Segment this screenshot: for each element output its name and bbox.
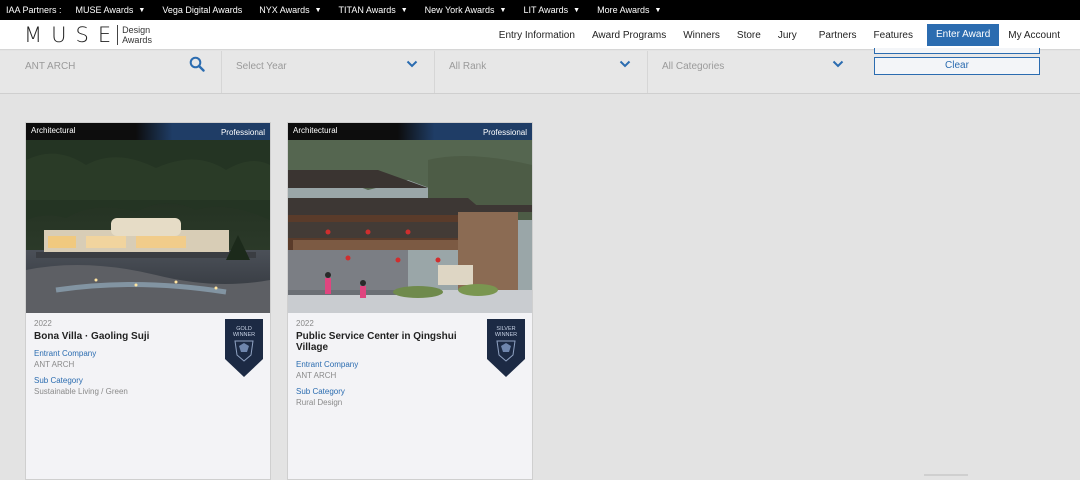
card-level: Professional xyxy=(220,128,265,137)
card-year: 2022 xyxy=(34,319,52,328)
caret-down-icon: ▼ xyxy=(573,6,581,14)
badge-text: SILVER WINNER xyxy=(486,326,526,338)
logo-divider xyxy=(117,25,119,45)
entrant-label: Entrant Company xyxy=(34,349,97,358)
result-card[interactable]: Architectural Professional 2022 Public S… xyxy=(287,122,533,480)
year-select-value: Select Year xyxy=(236,61,287,72)
entrant-value: ANT ARCH xyxy=(34,360,75,369)
caret-down-icon: ▼ xyxy=(138,6,146,14)
chevron-down-icon xyxy=(619,57,631,74)
partner-new-york[interactable]: New York Awards ▼ xyxy=(425,5,507,15)
partner-lit[interactable]: LIT Awards ▼ xyxy=(523,5,580,15)
partner-label: Vega Digital Awards xyxy=(162,5,243,15)
subcategory-value: Rural Design xyxy=(296,398,343,407)
subcategory-value: Sustainable Living / Green xyxy=(34,387,128,396)
year-select[interactable]: Select Year xyxy=(223,51,435,93)
footer-hint xyxy=(924,474,968,476)
enter-award-button[interactable]: Enter Award xyxy=(927,24,1000,46)
rank-select-value: All Rank xyxy=(449,61,487,72)
logo-line2: Awards xyxy=(122,35,152,45)
card-ribbon: Architectural Professional xyxy=(26,123,270,141)
logo-line1: Design xyxy=(122,25,151,35)
partner-label: TITAN Awards xyxy=(338,5,396,15)
clear-button[interactable]: Clear xyxy=(874,57,1040,75)
caret-down-icon: ▼ xyxy=(314,6,322,14)
silver-winner-badge: SILVER WINNER xyxy=(486,319,526,378)
partner-label: MUSE Awards xyxy=(75,5,134,15)
my-account-link[interactable]: My Account xyxy=(1008,30,1060,41)
card-year: 2022 xyxy=(296,319,314,328)
caret-down-icon: ▼ xyxy=(400,6,408,14)
card-title[interactable]: Bona Villa · Gaoling Suji xyxy=(34,331,219,342)
caret-down-icon: ▼ xyxy=(654,6,662,14)
result-card[interactable]: Architectural Professional 2022 Bona Vil… xyxy=(25,122,271,480)
partner-label: New York Awards xyxy=(424,5,495,15)
badge-line2: WINNER xyxy=(494,332,518,338)
badge-line2: WINNER xyxy=(232,332,256,338)
filter-bar: ANT ARCH Select Year All Rank All Catego… xyxy=(0,48,1080,94)
card-body: 2022 Public Service Center in Qingshui V… xyxy=(296,319,481,407)
search-field[interactable]: ANT ARCH xyxy=(12,51,222,93)
site-header: MUSE Design Awards Entry Information Awa… xyxy=(0,20,1080,50)
nav-award-programs[interactable]: Award Programs xyxy=(592,30,666,41)
nav-store[interactable]: Store xyxy=(737,30,761,41)
partner-label: LIT Awards xyxy=(523,5,569,15)
rank-select[interactable]: All Rank xyxy=(436,51,648,93)
search-icon[interactable] xyxy=(189,56,205,76)
nav-entry-information[interactable]: Entry Information xyxy=(499,30,575,41)
muse-logo[interactable]: MUSE Design Awards xyxy=(24,23,152,47)
project-photo[interactable] xyxy=(26,140,270,313)
partner-more[interactable]: More Awards ▼ xyxy=(597,5,661,15)
partner-label: More Awards xyxy=(597,5,650,15)
card-category: Architectural xyxy=(31,126,76,135)
category-select[interactable]: All Categories xyxy=(649,51,860,93)
project-photo[interactable] xyxy=(288,140,532,313)
partners-label: IAA Partners : xyxy=(6,5,62,15)
nav-partners[interactable]: Partners xyxy=(819,30,857,41)
card-ribbon: Architectural Professional xyxy=(288,123,532,141)
partner-vega[interactable]: Vega Digital Awards xyxy=(162,5,242,15)
subcategory-label: Sub Category xyxy=(34,376,83,385)
search-button-partial[interactable] xyxy=(874,48,1040,54)
logo-word: MUSE xyxy=(24,23,121,47)
chevron-down-icon xyxy=(406,57,418,74)
partner-bar: IAA Partners : MUSE Awards ▼ Vega Digital… xyxy=(0,0,1080,20)
main-nav: Entry Information Award Programs Winners… xyxy=(482,20,1060,50)
nav-jury[interactable]: Jury xyxy=(778,30,797,41)
gold-winner-badge: GOLD WINNER xyxy=(224,319,264,378)
badge-text: GOLD WINNER xyxy=(224,326,264,338)
subcategory-label: Sub Category xyxy=(296,387,345,396)
chevron-down-icon xyxy=(832,57,844,74)
partner-label: NYX Awards xyxy=(259,5,310,15)
card-title[interactable]: Public Service Center in Qingshui Villag… xyxy=(296,331,481,353)
partner-titan[interactable]: TITAN Awards ▼ xyxy=(339,5,408,15)
logo-subtitle: Design Awards xyxy=(122,25,152,45)
entrant-label: Entrant Company xyxy=(296,360,359,369)
entrant-value: ANT ARCH xyxy=(296,371,337,380)
partner-muse[interactable]: MUSE Awards ▼ xyxy=(76,5,146,15)
category-select-value: All Categories xyxy=(662,61,725,72)
search-input[interactable]: ANT ARCH xyxy=(25,61,75,72)
card-category: Architectural xyxy=(293,126,338,135)
card-level: Professional xyxy=(482,128,527,137)
nav-features[interactable]: Features xyxy=(874,30,913,41)
caret-down-icon: ▼ xyxy=(499,6,507,14)
partner-nyx[interactable]: NYX Awards ▼ xyxy=(259,5,321,15)
nav-winners[interactable]: Winners xyxy=(683,30,720,41)
card-body: 2022 Bona Villa · Gaoling Suji Entrant C… xyxy=(34,319,219,396)
